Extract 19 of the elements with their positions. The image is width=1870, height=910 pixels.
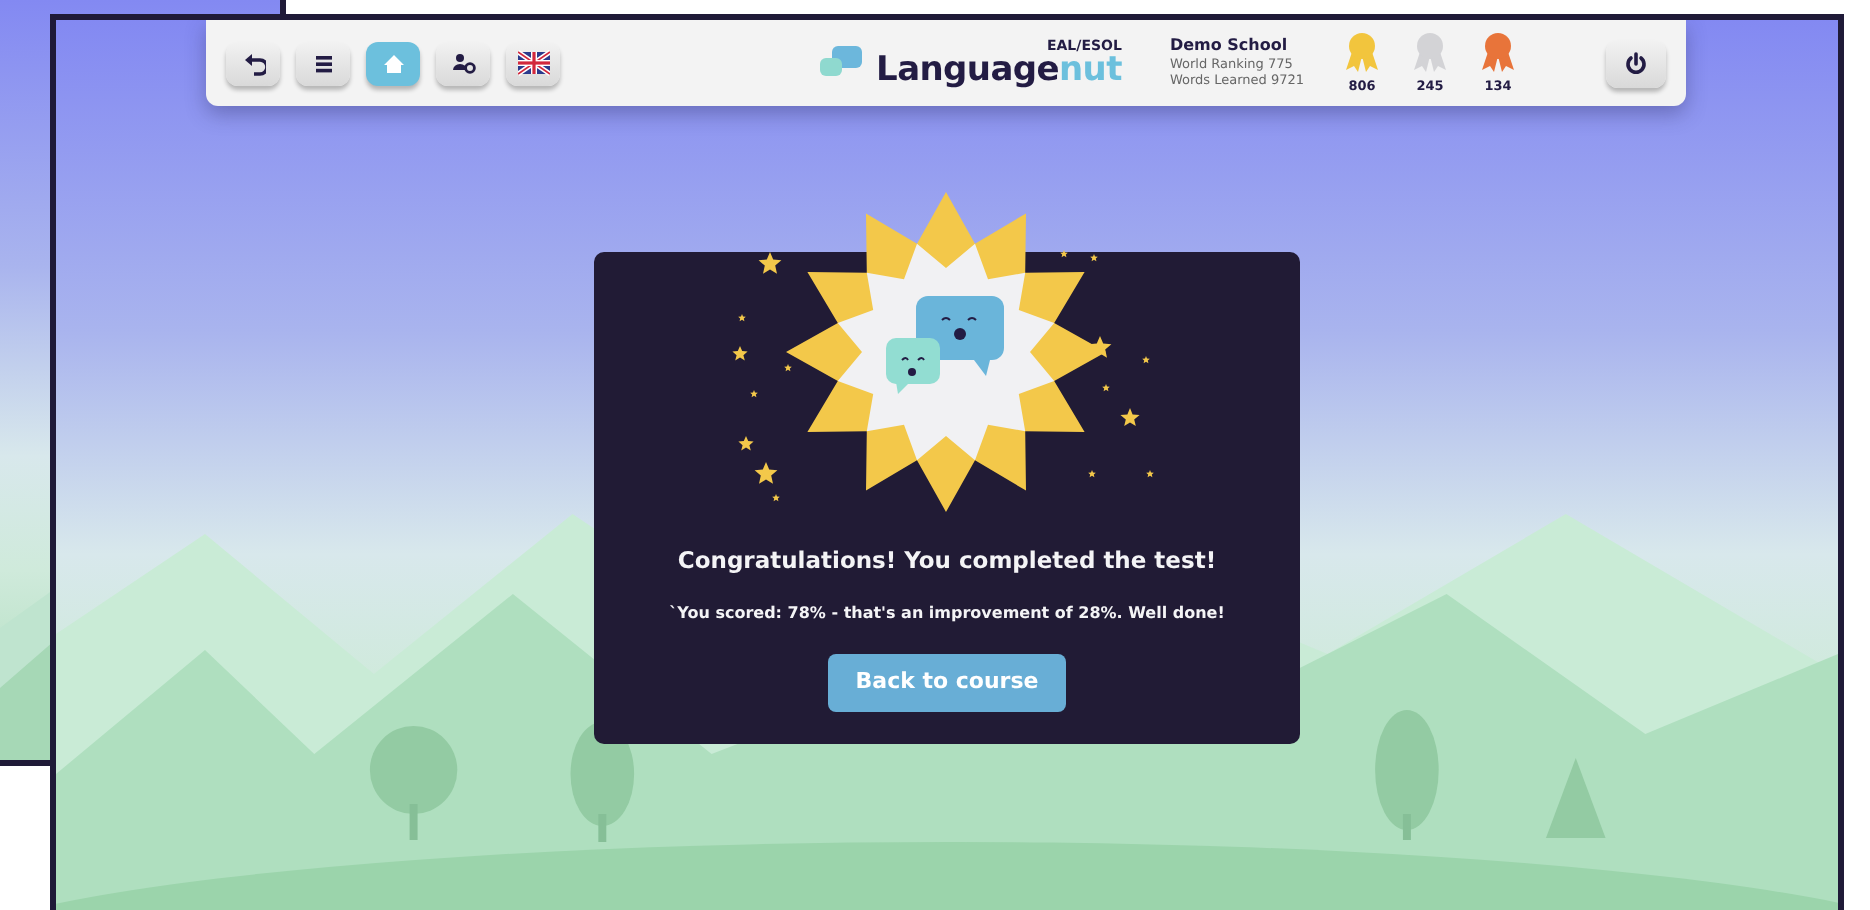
flag-button[interactable] [506,41,560,85]
tree-drawing [369,726,458,840]
uk-flag-icon [517,50,549,76]
tree-drawing [1545,758,1606,838]
school-name: Demo School [1169,35,1290,56]
back-button[interactable] [226,41,280,85]
power-button[interactable] [1606,39,1666,87]
back-icon [241,51,265,75]
user-gear-icon [451,51,475,75]
score-message: `You scored: 78% - that's an improvement of 28%. Well done! [667,602,1227,627]
logo-text: Languagenut [876,53,1122,87]
tree-drawing [1375,710,1439,840]
dialog-title: Congratulations! You completed the test! [675,544,1219,578]
power-icon [1624,51,1648,75]
menu-button[interactable] [296,41,350,85]
profile-settings-button[interactable] [436,41,490,85]
back-to-course-button[interactable]: Back to course [827,654,1067,712]
menu-icon [311,51,335,75]
home-icon [381,51,405,75]
